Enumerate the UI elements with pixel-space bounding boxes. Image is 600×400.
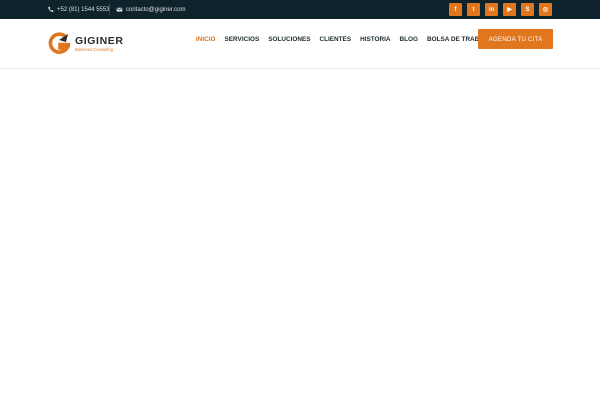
nav-item-historia[interactable]: HISTORIA	[360, 36, 390, 43]
nav-item-clientes[interactable]: CLIENTES	[319, 36, 351, 43]
nav-item-soluciones[interactable]: SOLUCIONES	[268, 36, 310, 43]
twitter-icon[interactable]: t	[467, 3, 480, 16]
email-contact[interactable]: contacto@giginer.com	[116, 0, 185, 19]
main-nav: INICIO SERVICIOS SOLUCIONES CLIENTES HIS…	[196, 34, 501, 44]
logo-tagline: Business Consulting	[75, 46, 113, 52]
logo-mark-icon	[48, 32, 71, 54]
logo-text: GIGINER Business Consulting	[75, 34, 124, 53]
youtube-icon[interactable]: ▶	[503, 3, 516, 16]
nav-item-inicio[interactable]: INICIO	[196, 36, 216, 43]
skype-icon[interactable]: S	[521, 3, 534, 16]
agenda-tu-cita-button[interactable]: AGENDA TU CITA	[478, 29, 553, 49]
email-address: contacto@giginer.com	[126, 6, 186, 13]
social-links: f t in ▶ S ◎	[449, 3, 552, 16]
site-header: GIGINER Business Consulting INICIO SERVI…	[0, 19, 600, 69]
linkedin-icon[interactable]: in	[485, 3, 498, 16]
envelope-icon	[116, 6, 123, 13]
nav-item-servicios[interactable]: SERVICIOS	[225, 36, 260, 43]
facebook-icon[interactable]: f	[449, 3, 462, 16]
phone-number: +52 (81) 1544 5553	[57, 6, 110, 13]
topbar-divider	[109, 4, 110, 15]
main-content	[0, 70, 600, 400]
logo[interactable]: GIGINER Business Consulting	[47, 32, 124, 56]
phone-contact[interactable]: +52 (81) 1544 5553	[47, 0, 110, 19]
instagram-icon[interactable]: ◎	[539, 3, 552, 16]
phone-icon	[47, 6, 54, 13]
logo-name: GIGINER	[75, 34, 124, 47]
top-bar: +52 (81) 1544 5553 contacto@giginer.com …	[0, 0, 600, 19]
nav-item-blog[interactable]: BLOG	[400, 36, 418, 43]
